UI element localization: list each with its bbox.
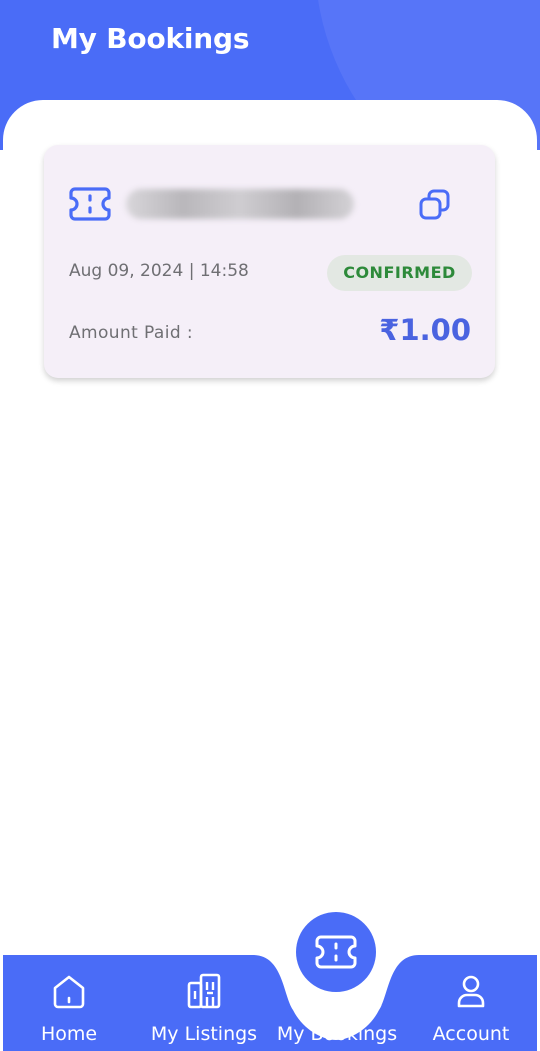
home-icon bbox=[53, 975, 85, 1009]
nav-label-home: Home bbox=[40, 1023, 98, 1045]
nav-label-my-bookings: My Bookings bbox=[276, 1023, 398, 1045]
amount-label: Amount Paid : bbox=[69, 323, 193, 343]
user-icon bbox=[457, 975, 485, 1008]
page-title: My Bookings bbox=[51, 22, 250, 55]
ticket-icon bbox=[315, 935, 357, 969]
copy-icon[interactable] bbox=[417, 187, 453, 223]
blurred-booking-name bbox=[126, 189, 354, 219]
nav-item-home[interactable]: Home bbox=[13, 955, 125, 1051]
booking-datetime: Aug 09, 2024 | 14:58 bbox=[69, 261, 249, 281]
nav-label-my-listings: My Listings bbox=[150, 1023, 258, 1045]
ticket-icon bbox=[69, 187, 111, 221]
my-bookings-fab[interactable] bbox=[296, 912, 376, 992]
bottom-navigation: Home My Listings My Bookings Account bbox=[3, 955, 537, 1051]
nav-label-account: Account bbox=[432, 1023, 510, 1045]
nav-item-account[interactable]: Account bbox=[415, 955, 527, 1051]
building-icon bbox=[187, 973, 221, 1009]
amount-value: ₹1.00 bbox=[379, 313, 471, 347]
status-badge: CONFIRMED bbox=[327, 255, 472, 291]
nav-item-my-listings[interactable]: My Listings bbox=[148, 955, 260, 1051]
booking-card[interactable]: Aug 09, 2024 | 14:58 CONFIRMED Amount Pa… bbox=[44, 145, 495, 378]
